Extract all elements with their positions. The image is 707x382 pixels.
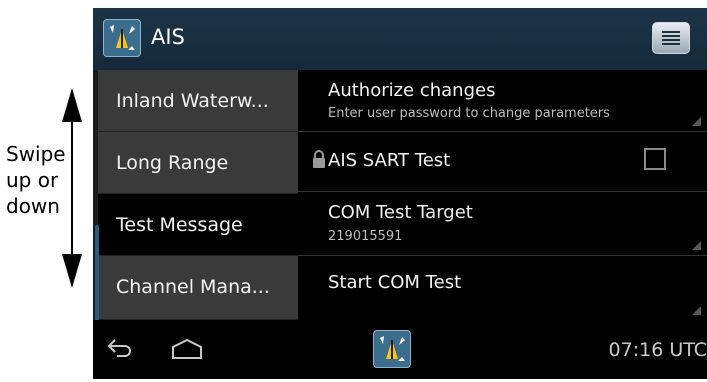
category-test-message[interactable]: Test Message <box>98 194 298 256</box>
navigation-bar: 07:16 UTC <box>93 320 707 379</box>
menu-list-icon[interactable] <box>652 22 690 54</box>
com-test-target-row[interactable]: COM Test Target 219015591 <box>298 192 707 256</box>
row-value: 219015591 <box>328 229 403 244</box>
category-label: Channel Mana... <box>116 276 270 298</box>
back-icon[interactable] <box>107 338 133 358</box>
row-title: Start COM Test <box>328 272 462 293</box>
category-label: Long Range <box>116 152 229 174</box>
category-inland-waterways[interactable]: Inland Waterw... <box>98 70 298 132</box>
home-icon[interactable] <box>171 338 203 360</box>
category-channel-management[interactable]: Channel Mana... <box>98 256 298 320</box>
category-label: Test Message <box>116 214 243 236</box>
ais-radar-icon[interactable] <box>103 19 141 57</box>
action-bar: AIS <box>93 8 707 70</box>
ais-sart-test-checkbox[interactable] <box>644 148 666 170</box>
clock-time: 07:16 UTC <box>608 339 707 361</box>
settings-detail-list: Authorize changes Enter user password to… <box>298 70 707 320</box>
expand-corner-icon <box>692 117 701 126</box>
category-label: Inland Waterw... <box>116 90 269 112</box>
settings-category-list: Inland Waterw... Long Range Test Message… <box>93 70 298 325</box>
ais-sart-test-row[interactable]: AIS SART Test <box>298 132 707 192</box>
row-title: AIS SART Test <box>328 150 451 171</box>
authorize-changes-row[interactable]: Authorize changes Enter user password to… <box>298 70 707 132</box>
row-subtitle: Enter user password to change parameters <box>328 106 610 121</box>
row-title: COM Test Target <box>328 202 473 223</box>
category-long-range[interactable]: Long Range <box>98 132 298 194</box>
row-title: Authorize changes <box>328 80 496 101</box>
expand-corner-icon <box>692 241 701 250</box>
swipe-annotation: Swipe up or down <box>0 0 93 382</box>
expand-corner-icon <box>692 306 701 315</box>
ais-radar-icon[interactable] <box>373 330 411 368</box>
lock-icon <box>313 150 325 168</box>
up-down-arrow-icon <box>62 88 82 288</box>
scroll-indicator <box>95 225 99 325</box>
app-title: AIS <box>151 25 185 49</box>
device-screen: AIS Inland Waterw... Long Range Test Mes… <box>93 8 707 379</box>
start-com-test-row[interactable]: Start COM Test <box>298 256 707 320</box>
